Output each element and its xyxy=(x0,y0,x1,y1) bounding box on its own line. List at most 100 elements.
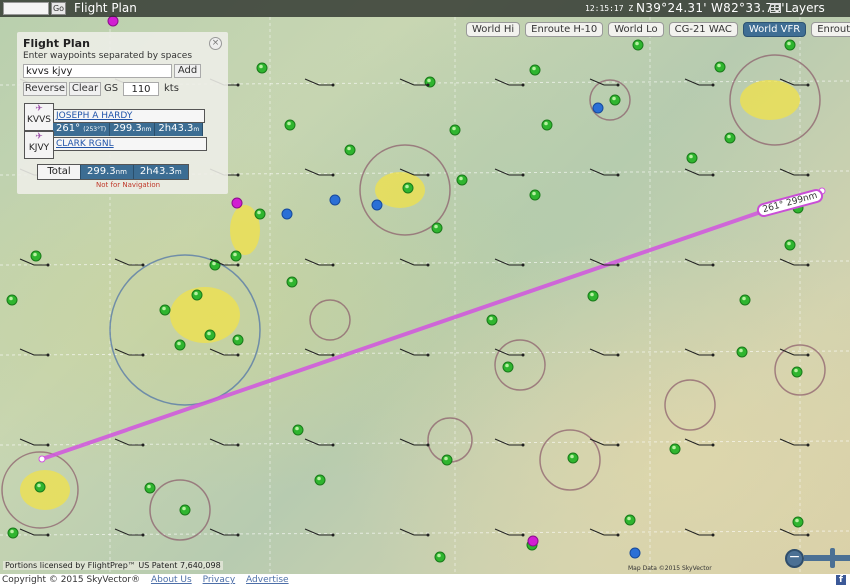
tab-world-hi[interactable]: World Hi xyxy=(466,22,521,37)
airway-marker-dot xyxy=(141,533,145,537)
airway-marker-dot xyxy=(426,173,430,177)
tab-enroute-h10[interactable]: Enroute H-10 xyxy=(525,22,604,37)
waypoint-name-link[interactable]: JOSEPH A HARDY CONNELLSVILLE xyxy=(53,109,205,133)
airport-marker xyxy=(791,366,803,378)
close-panel-button[interactable]: × xyxy=(209,37,222,50)
airway-marker-dot xyxy=(806,83,810,87)
airway-marker xyxy=(19,258,35,266)
search-input[interactable] xyxy=(3,2,49,15)
gs-label: GS xyxy=(104,83,119,94)
airport-marker-highlight xyxy=(787,241,791,246)
airway-marker xyxy=(19,528,35,536)
airport-marker-highlight xyxy=(182,506,186,511)
airport-marker-highlight xyxy=(787,41,791,46)
airport-marker xyxy=(449,124,461,136)
waypoint-kjvy-box[interactable]: ✈ KJVY xyxy=(24,131,54,159)
flight-plan-toggle[interactable]: Flight Plan xyxy=(74,1,137,15)
airport-marker xyxy=(434,551,446,563)
airway-marker-dot xyxy=(236,173,240,177)
total-time: 2h43.3m xyxy=(132,165,188,179)
airport-marker-special xyxy=(231,197,243,209)
airport-marker-special xyxy=(107,15,119,27)
airport-marker-highlight xyxy=(459,176,463,181)
airport-marker-highlight xyxy=(739,348,743,353)
sectional-chart-map[interactable]: 261° 299nm Go Flight Plan 12:15:17 Z N39… xyxy=(0,0,850,574)
airway-marker-dot xyxy=(426,83,430,87)
airport-marker xyxy=(686,152,698,164)
airway-marker-dot xyxy=(521,173,525,177)
footer: Copyright © 2015 SkyVector® About Us Pri… xyxy=(0,574,850,586)
tab-cg21-wac[interactable]: CG-21 WAC xyxy=(668,22,738,37)
zoom-slider-track[interactable] xyxy=(804,555,850,561)
waypoint-id: KJVY xyxy=(28,143,50,153)
airport-marker-towered xyxy=(371,199,383,211)
waypoints-input[interactable] xyxy=(23,64,172,78)
zoom-out-button[interactable]: − xyxy=(785,549,804,568)
clear-button[interactable]: Clear xyxy=(69,82,101,96)
airport-marker xyxy=(286,276,298,288)
ground-speed-input[interactable] xyxy=(123,82,159,96)
airport-marker xyxy=(30,250,42,262)
airport-marker xyxy=(669,443,681,455)
airport-marker-highlight xyxy=(612,96,616,101)
layers-button[interactable]: Layers xyxy=(770,1,825,15)
waypoint-name-link[interactable]: CLARK RGNL xyxy=(53,137,207,151)
zoom-slider-handle[interactable] xyxy=(830,548,835,568)
privacy-link[interactable]: Privacy xyxy=(203,575,236,585)
airway-marker-dot xyxy=(236,353,240,357)
airport-marker xyxy=(624,514,636,526)
panel-title: Flight Plan xyxy=(23,37,90,50)
airport-marker-highlight xyxy=(259,64,263,69)
go-button[interactable]: Go xyxy=(51,2,66,15)
panel-hint: Enter waypoints separated by spaces xyxy=(23,51,193,61)
airport-marker xyxy=(456,174,468,186)
airway-marker-dot xyxy=(331,353,335,357)
airport-marker xyxy=(7,527,19,539)
layers-label: Layers xyxy=(785,1,825,15)
facebook-icon[interactable]: f xyxy=(836,575,846,585)
airway-marker xyxy=(399,258,415,266)
leg-time: 2h43.3m xyxy=(155,123,204,136)
advertise-link[interactable]: Advertise xyxy=(246,575,289,585)
leg-distance: 299.3nm xyxy=(110,123,156,136)
airport-marker-highlight xyxy=(347,146,351,151)
airway-marker-dot xyxy=(711,173,715,177)
total-label: Total xyxy=(38,165,80,179)
airway-marker xyxy=(304,78,320,86)
airport-marker-towered xyxy=(329,194,341,206)
airway-marker-dot xyxy=(616,173,620,177)
waypoint-kvvs-box[interactable]: ✈ KVVS xyxy=(24,103,54,131)
total-row: Total 299.3nm 2h43.3m xyxy=(37,164,189,180)
about-us-link[interactable]: About Us xyxy=(151,575,192,585)
airway-marker-dot xyxy=(521,353,525,357)
airport-marker xyxy=(502,361,514,373)
airport-marker-highlight xyxy=(405,184,409,189)
airport-marker xyxy=(284,119,296,131)
airway-marker-dot xyxy=(236,83,240,87)
airport-marker-highlight xyxy=(532,191,536,196)
airport-marker xyxy=(541,119,553,131)
airway-marker xyxy=(399,528,415,536)
airport-marker xyxy=(232,334,244,346)
airport-marker-highlight xyxy=(627,516,631,521)
airway-marker xyxy=(779,258,795,266)
airport-marker xyxy=(529,64,541,76)
airport-marker xyxy=(402,182,414,194)
airspace-ring xyxy=(309,299,351,341)
airway-marker-dot xyxy=(426,533,430,537)
airport-marker-highlight xyxy=(257,210,261,215)
airport-marker xyxy=(144,482,156,494)
tab-world-lo[interactable]: World Lo xyxy=(608,22,664,37)
airport-marker-highlight xyxy=(10,529,14,534)
tab-enroute-l29[interactable]: Enroute L-29 xyxy=(811,22,850,37)
reverse-button[interactable]: Reverse xyxy=(23,82,67,96)
airport-marker xyxy=(179,504,191,516)
add-button[interactable]: Add xyxy=(174,64,201,78)
airway-marker-dot xyxy=(711,533,715,537)
airport-marker-highlight xyxy=(590,292,594,297)
airway-marker-dot xyxy=(616,83,620,87)
airport-icon: ✈ xyxy=(35,104,43,114)
tab-world-vfr[interactable]: World VFR xyxy=(742,22,807,37)
airway-marker-dot xyxy=(806,533,810,537)
airport-marker-highlight xyxy=(505,363,509,368)
